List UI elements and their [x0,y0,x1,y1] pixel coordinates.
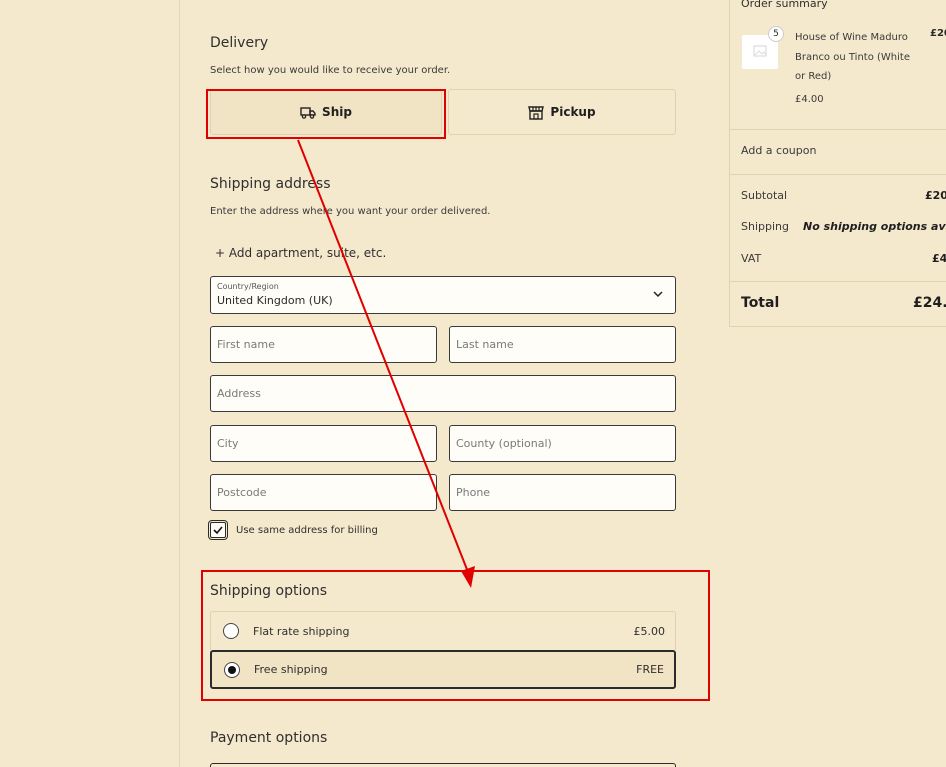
shipping-label: Shipping [741,220,789,233]
quantity-badge: 5 [768,26,784,42]
vat-label: VAT [741,252,762,265]
add-coupon-link[interactable]: Add a coupon [741,144,816,157]
product-unit-price: £4.00 [795,94,824,105]
subtotal-value: £20 [925,189,946,202]
order-summary-title: Order summary [741,0,828,10]
shipping-value: No shipping options avail [803,220,946,233]
summary-divider [730,281,946,282]
summary-divider [730,174,946,175]
summary-divider [730,129,946,130]
product-name: House of Wine Maduro Branco ou Tinto (Wh… [795,32,910,82]
total-value: £24. [913,295,946,311]
vat-value: £4 [932,252,946,265]
subtotal-label: Subtotal [741,189,788,202]
total-label: Total [741,295,780,311]
product-line-total: £20 [930,28,946,39]
